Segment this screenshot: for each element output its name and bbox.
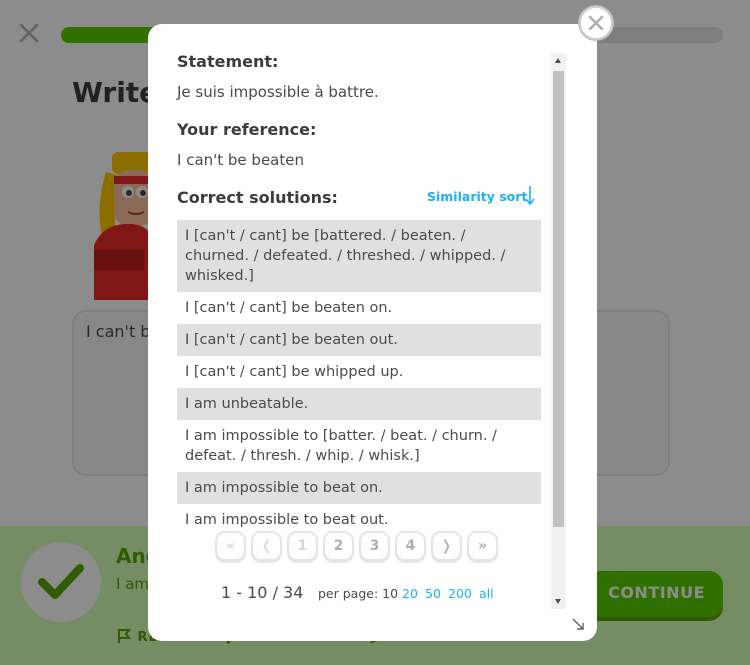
next-page-button[interactable]: ❭ xyxy=(431,531,462,561)
first-page-button[interactable]: « xyxy=(215,531,246,561)
per-page-label: per page: 10 xyxy=(318,586,399,601)
per-page-50[interactable]: 50 xyxy=(425,586,441,601)
solution-item: I am impossible to [batter. / beat. / ch… xyxy=(185,428,497,464)
similarity-sort-link[interactable]: Similarity sort xyxy=(427,189,527,204)
scrollbar-thumb[interactable] xyxy=(553,71,564,527)
per-page-200[interactable]: 200 xyxy=(448,586,472,601)
scroll-up-arrow-icon[interactable] xyxy=(555,58,561,63)
prev-page-button[interactable]: ❬ xyxy=(251,531,282,561)
per-page-20[interactable]: 20 xyxy=(402,586,418,601)
solutions-modal: Statement: Je suis impossible à battre. … xyxy=(148,24,597,641)
page-button-3[interactable]: 3 xyxy=(359,531,390,561)
reference-label: Your reference: xyxy=(177,120,317,139)
solution-item: I [can't / cant] be [battered. / beaten.… xyxy=(177,220,541,292)
solution-item: I am unbeatable. xyxy=(177,388,541,420)
solution-item: I [can't / cant] be whipped up. xyxy=(185,364,404,380)
arrow-down-icon[interactable] xyxy=(524,184,536,206)
close-modal-button[interactable] xyxy=(579,6,613,40)
solution-item: I am impossible to beat on. xyxy=(177,472,541,504)
page-button-4[interactable]: 4 xyxy=(395,531,426,561)
solutions-label: Correct solutions: xyxy=(177,188,338,207)
reference-text: I can't be beaten xyxy=(177,151,304,169)
solutions-list: I [can't / cant] be [battered. / beaten.… xyxy=(177,220,541,536)
page-button-2[interactable]: 2 xyxy=(323,531,354,561)
solution-item: I [can't / cant] be beaten out. xyxy=(177,324,541,356)
solution-item: I [can't / cant] be beaten on. xyxy=(185,300,393,316)
last-page-button[interactable]: » xyxy=(467,531,498,561)
result-range: 1 - 10 / 34 xyxy=(221,583,304,602)
page-button-1[interactable]: 1 xyxy=(287,531,318,561)
modal-content: Statement: Je suis impossible à battre. … xyxy=(148,24,568,641)
statement-text: Je suis impossible à battre. xyxy=(177,83,379,101)
modal-scrollbar[interactable] xyxy=(551,53,566,609)
per-page-all[interactable]: all xyxy=(479,586,494,601)
close-icon xyxy=(588,15,604,31)
resize-handle-icon[interactable] xyxy=(571,617,585,631)
statement-label: Statement: xyxy=(177,52,279,71)
scroll-down-arrow-icon[interactable] xyxy=(555,599,561,604)
